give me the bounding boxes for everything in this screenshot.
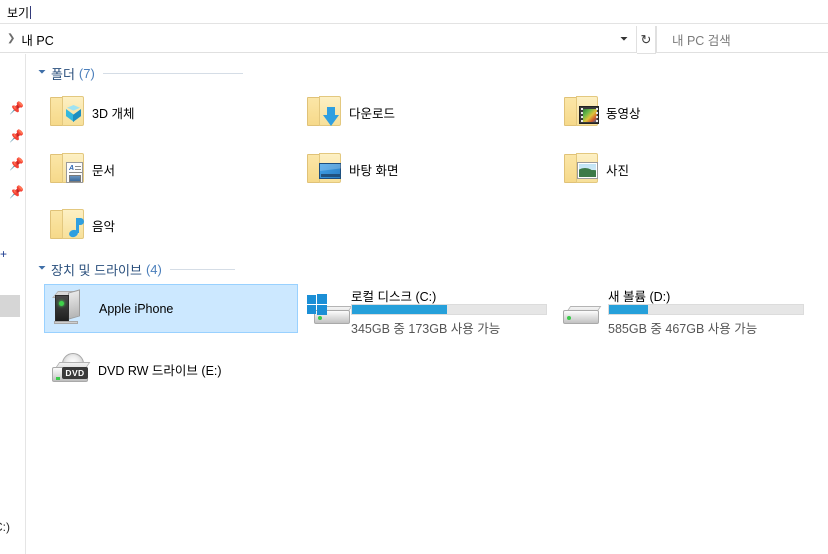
tab-view[interactable]: 보기: [5, 2, 37, 23]
folder-downloads-icon: [301, 88, 347, 136]
folder-pictures-icon: [558, 145, 604, 193]
folder-item-downloads[interactable]: 다운로드: [301, 87, 551, 137]
group-header-folders[interactable]: ⏷ 폴더 (7): [38, 64, 273, 82]
group-count: (4): [145, 261, 162, 277]
ribbon-tab-strip: 보기: [0, 0, 828, 23]
folder-label: 사진: [606, 163, 630, 178]
group-count: (7): [78, 65, 95, 81]
drive-label: 로컬 디스크 (C:): [351, 290, 437, 304]
folder-label: 다운로드: [349, 106, 396, 121]
portable-device-icon: [45, 285, 97, 333]
device-item-apple-iphone[interactable]: Apple iPhone: [44, 284, 298, 333]
group-divider: [169, 268, 235, 270]
pin-icon[interactable]: 📌: [9, 186, 24, 199]
device-label: DVD RW 드라이브 (E:): [98, 363, 222, 378]
folder-item-3d-objects[interactable]: 3D 개체: [44, 87, 294, 137]
pin-icon[interactable]: 📌: [9, 102, 24, 115]
drive-free-space: 585GB 중 467GB 사용 가능: [608, 322, 758, 336]
folder-videos-icon: [558, 88, 604, 136]
folder-3d-objects-icon: [44, 88, 90, 136]
hard-drive-windows-icon: [304, 290, 353, 332]
drive-usage-bar: [608, 304, 804, 315]
hard-drive-icon: [561, 290, 609, 332]
drive-free-space: 345GB 중 173GB 사용 가능: [351, 322, 501, 336]
drive-usage-bar: [351, 304, 547, 315]
folder-label: 문서: [92, 163, 116, 178]
file-list-view: ⏷ 폴더 (7) 3D 개체 다운로드 동영상 A 문서 바탕 화면 사진 음악…: [26, 54, 828, 554]
folder-label: 음악: [92, 219, 116, 234]
group-divider: [102, 72, 243, 74]
device-item-new-volume-d[interactable]: 새 볼륨 (D:) 585GB 중 467GB 사용 가능: [558, 284, 808, 336]
folder-label: 3D 개체: [92, 106, 135, 121]
pin-icon[interactable]: 📌: [9, 158, 24, 171]
folder-item-videos[interactable]: 동영상: [558, 87, 808, 137]
refresh-icon[interactable]: ↻: [637, 26, 656, 54]
folder-item-pictures[interactable]: 사진: [558, 144, 808, 194]
text-caret: [30, 6, 32, 19]
dvd-drive-icon: DVD: [44, 345, 96, 393]
chevron-down-icon[interactable]: ⏷: [38, 264, 46, 274]
address-bar-row: ❯ 내 PC ⏷ ↻ 내 PC 검색: [0, 26, 828, 54]
folder-label: 동영상: [606, 106, 641, 121]
navigation-pane: 📌 📌 📌 📌 + C:): [0, 54, 26, 554]
chevron-right-icon: ❯: [7, 33, 16, 44]
group-header-devices[interactable]: ⏷ 장치 및 드라이브 (4): [38, 260, 308, 278]
dvd-badge-label: DVD: [62, 367, 88, 379]
folder-item-documents[interactable]: A 문서: [44, 144, 294, 194]
group-title: 장치 및 드라이브: [51, 262, 142, 278]
windows-logo-icon: [307, 294, 327, 315]
nav-expand-icon[interactable]: +: [0, 247, 7, 261]
group-title: 폴더: [51, 66, 75, 82]
device-label: Apple iPhone: [99, 301, 174, 316]
device-item-local-disk-c[interactable]: 로컬 디스크 (C:) 345GB 중 173GB 사용 가능: [301, 284, 551, 336]
chevron-down-icon[interactable]: ⏷: [614, 26, 634, 52]
breadcrumb-this-pc[interactable]: 내 PC: [21, 30, 53, 49]
chevron-down-icon[interactable]: ⏷: [38, 68, 46, 78]
folder-desktop-icon: [301, 145, 347, 193]
nav-selected-item[interactable]: [0, 295, 20, 317]
folder-music-icon: [44, 201, 90, 249]
search-input[interactable]: 내 PC 검색: [672, 30, 731, 49]
search-box[interactable]: 내 PC 검색: [656, 26, 828, 53]
nav-item-label[interactable]: C:): [0, 520, 10, 534]
tab-view-label: 보기: [7, 6, 30, 20]
device-item-dvd-rw-e[interactable]: DVD DVD RW 드라이브 (E:): [44, 344, 324, 394]
ribbon-divider: [0, 23, 828, 24]
folder-documents-icon: A: [44, 145, 90, 193]
folder-item-music[interactable]: 음악: [44, 200, 294, 250]
folder-item-desktop[interactable]: 바탕 화면: [301, 144, 551, 194]
address-bar[interactable]: ❯ 내 PC: [0, 26, 637, 53]
folder-label: 바탕 화면: [349, 163, 399, 178]
drive-label: 새 볼륨 (D:): [608, 290, 671, 304]
pin-icon[interactable]: 📌: [9, 130, 24, 143]
